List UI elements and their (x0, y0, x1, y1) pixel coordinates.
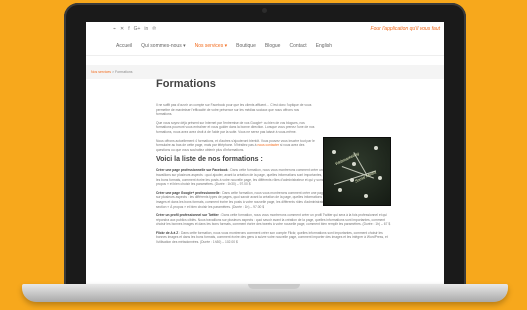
chalkboard-image: Webmarketing Social Media (323, 137, 391, 206)
network-node (378, 176, 382, 180)
nav-item-english[interactable]: English (316, 43, 332, 49)
formation-name: Flickr de A à Z (156, 230, 179, 235)
intro-block: Il ne suffit pas d'ouvrir un compte sur … (156, 103, 316, 152)
network-node (332, 150, 336, 154)
laptop-notch (248, 284, 300, 289)
google-plus-icon[interactable]: G+ (134, 26, 141, 32)
formation-description: : Dans cette formation, nous vous montre… (156, 230, 388, 245)
network-node (352, 162, 356, 166)
site-tagline: Four l'application qu'il vous faut (370, 26, 440, 32)
nav-item-accueil[interactable]: Accueil (116, 43, 132, 49)
linkedin-icon[interactable]: in (144, 26, 148, 32)
second-paragraph: Que vous soyez déjà présent sur Internet… (156, 120, 315, 134)
nav-item-qui-sommes-nous[interactable]: Qui sommes-nous ▾ (141, 43, 185, 49)
network-node (364, 194, 368, 198)
page-title: Formations (156, 78, 216, 90)
breadcrumb-bar: Nos services > Formations (86, 65, 444, 79)
contact-link[interactable]: nous contacter (257, 143, 279, 147)
breadcrumb-current: Formations (115, 70, 133, 74)
camera-icon (262, 8, 267, 13)
nav-item-nos-services[interactable]: Nos services ▾ (195, 43, 228, 49)
formation-name: Créer un profil professionnel sur Twitte… (156, 213, 219, 218)
pinterest-icon[interactable]: ℗ (152, 26, 156, 32)
nav-item-boutique[interactable]: Boutique (236, 43, 256, 49)
formation-name: Créer une page Google+ professionnelle (156, 190, 220, 195)
main-content: Formations Il ne suffit pas d'ouvrir un … (156, 78, 392, 249)
network-node (374, 146, 378, 150)
rss-icon[interactable]: ⌁ (113, 26, 116, 32)
nav-item-blogue[interactable]: Blogue (265, 43, 281, 49)
breadcrumb: Nos services > Formations (91, 70, 133, 74)
site-topbar: ⌁ ✕ f G+ in ℗ Four l'application qu'il v… (86, 22, 444, 36)
formation-name: Créer une page professionnelle sur Faceb… (156, 168, 228, 173)
network-node (338, 188, 342, 192)
formation-item: Créer un profil professionnel sur Twitte… (156, 213, 392, 227)
intro-paragraph: Il ne suffit pas d'ouvrir un compte sur … (156, 103, 312, 117)
social-links: ⌁ ✕ f G+ in ℗ (113, 26, 156, 32)
facebook-icon[interactable]: f (128, 26, 129, 32)
breadcrumb-link-nos-services[interactable]: Nos services (91, 70, 111, 74)
third-paragraph: Nous offrons actuellement 4 formations, … (156, 139, 316, 153)
browser-viewport: ⌁ ✕ f G+ in ℗ Four l'application qu'il v… (86, 22, 444, 286)
formation-item: Flickr de A à Z : Dans cette formation, … (156, 231, 392, 245)
laptop-base (22, 284, 508, 302)
nav-item-contact[interactable]: Contact (289, 43, 306, 49)
twitter-icon[interactable]: ✕ (120, 26, 124, 32)
main-nav: Accueil Qui sommes-nous ▾ Nos services ▾… (86, 36, 444, 56)
